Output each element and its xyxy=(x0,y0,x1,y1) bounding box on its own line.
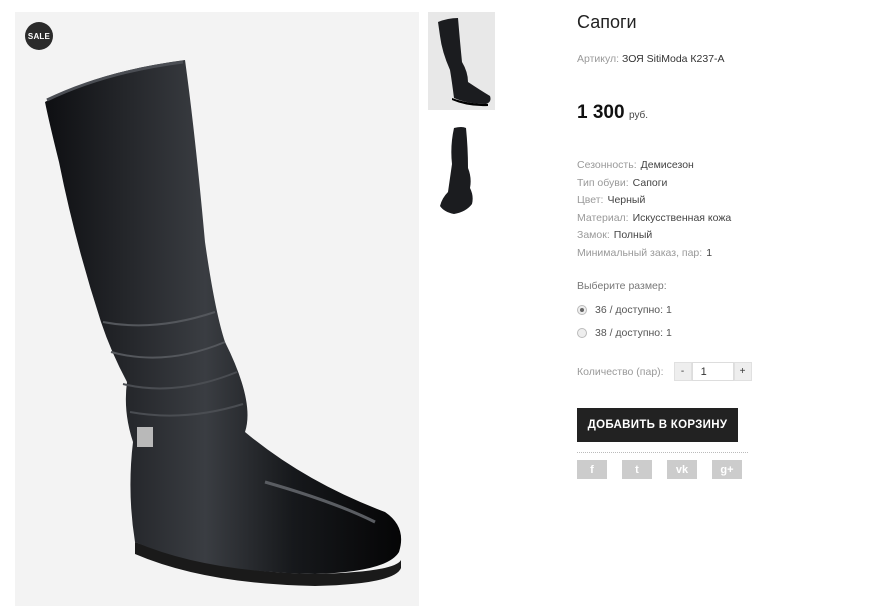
size-title: Выберите размер: xyxy=(577,280,667,292)
facebook-icon[interactable]: f xyxy=(577,460,607,479)
quantity-label: Количество (пар): xyxy=(577,365,664,378)
twitter-icon[interactable]: t xyxy=(622,460,652,479)
sku: Артикул: ЗОЯ SitiModa К237-А xyxy=(577,53,725,65)
boot-illustration xyxy=(45,60,402,586)
thumbnail-2[interactable] xyxy=(428,118,495,216)
quantity-plus-button[interactable]: + xyxy=(733,362,752,381)
divider xyxy=(577,452,748,453)
add-to-cart-button[interactable]: ДОБАВИТЬ В КОРЗИНУ xyxy=(577,408,738,442)
quantity-row: Количество (пар): - + xyxy=(577,362,752,381)
property-row: Минимальный заказ, пар: 1 xyxy=(577,246,713,259)
radio-icon[interactable] xyxy=(577,305,587,315)
product-title: Сапоги xyxy=(577,12,637,32)
property-row: Тип обуви: Сапоги xyxy=(577,176,668,189)
radio-icon[interactable] xyxy=(577,328,587,338)
sale-badge: SALE xyxy=(25,22,53,50)
property-row: Замок: Полный xyxy=(577,229,653,242)
sku-value: ЗОЯ SitiModa К237-А xyxy=(621,53,725,65)
property-row: Материал: Искусственная кожа xyxy=(577,211,732,224)
size-option-36[interactable]: 36 / доступно: 1 xyxy=(577,304,672,316)
social-share: f t vk g+ xyxy=(577,460,742,479)
boot-thumbnail-icon xyxy=(440,127,473,214)
quantity-minus-button[interactable]: - xyxy=(673,362,692,381)
main-product-image[interactable]: SALE xyxy=(15,12,419,606)
google-plus-icon[interactable]: g+ xyxy=(712,460,742,479)
thumbnail-1[interactable] xyxy=(428,12,495,110)
size-option-label: 38 / доступно: 1 xyxy=(595,327,672,339)
product-properties: Сезонность: Демисезон Тип обуви: Сапоги Цв… xyxy=(577,157,731,263)
size-option-38[interactable]: 38 / доступно: 1 xyxy=(577,327,672,339)
price-amount: 1 300 xyxy=(577,102,625,123)
property-row: Цвет: Черный xyxy=(577,194,646,207)
vk-icon[interactable]: vk xyxy=(667,460,697,479)
boot-thumbnail-icon xyxy=(438,18,491,107)
price: 1 300 руб. xyxy=(577,102,648,124)
quantity-input[interactable] xyxy=(691,362,734,381)
sku-label: Артикул: xyxy=(577,53,620,65)
price-currency: руб. xyxy=(629,110,649,121)
property-row: Сезонность: Демисезон xyxy=(577,159,694,171)
size-option-label: 36 / доступно: 1 xyxy=(595,304,672,316)
